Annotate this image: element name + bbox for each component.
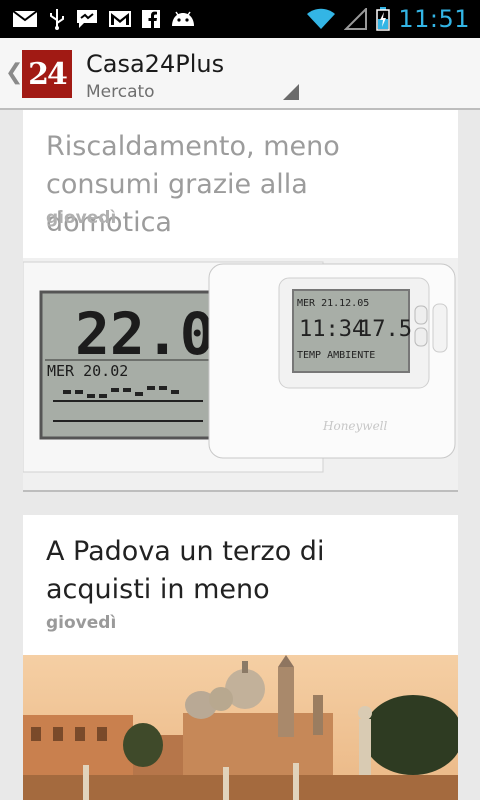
section-spinner[interactable]: Mercato [86, 82, 155, 102]
up-caret-icon[interactable]: ❮ [5, 60, 23, 85]
facebook-icon [142, 10, 160, 28]
large-lcd-date: MER 20.02 [47, 362, 128, 380]
small-lcd-date: MER 21.12.05 [297, 298, 369, 309]
signal-icon [344, 8, 368, 30]
small-lcd-temp: 17.5 [359, 317, 412, 342]
article-card[interactable]: A Padova un terzo di acquisti in meno gi… [23, 515, 463, 800]
article-date: giovedì [46, 208, 117, 228]
chat-icon [77, 10, 97, 28]
article-card[interactable]: Riscaldamento, meno consumi grazie alla … [22, 110, 458, 490]
action-bar: ❮ 24 Casa24Plus Mercato [0, 38, 480, 110]
usb-icon [50, 9, 64, 30]
brand-label: Honeywell [322, 419, 388, 433]
padova-city-photo [23, 655, 463, 800]
divider [23, 490, 458, 492]
thermostat-photo: 22.0 MER 20.02 MER 21.12.05 11:34 17.5 T… [22, 258, 458, 490]
article-feed[interactable]: Riscaldamento, meno consumi grazie alla … [0, 110, 480, 800]
clock: 11:51 [398, 5, 470, 33]
small-lcd-label: TEMP AMBIENTE [297, 350, 375, 361]
small-lcd-time: 11:34 [299, 317, 365, 342]
mail-icon [12, 10, 38, 27]
article-title: A Padova un terzo di acquisti in meno [46, 536, 325, 605]
gmail-icon [109, 11, 131, 27]
status-bar: 11:51 [0, 0, 480, 38]
app-logo[interactable]: 24 [22, 50, 72, 98]
app-title[interactable]: Casa24Plus [86, 50, 224, 78]
wifi-icon [307, 8, 336, 29]
spinner-triangle-icon[interactable] [283, 84, 299, 100]
large-lcd-temp: 22.0 [75, 300, 215, 368]
article-date: giovedì [46, 613, 117, 633]
android-icon [172, 11, 194, 26]
battery-charging-icon [376, 7, 391, 31]
